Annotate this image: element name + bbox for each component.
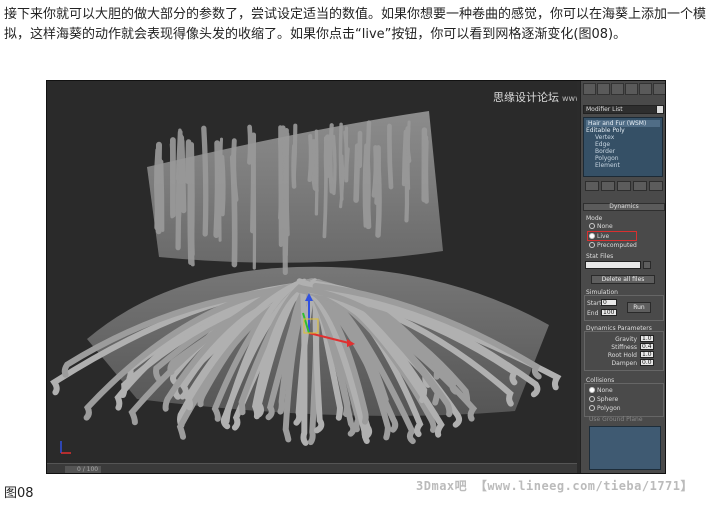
gravity-label: Gravity [615,336,637,343]
browse-files-button[interactable] [643,261,651,269]
site-watermark: 思缘设计论坛www.MISSYUAN.com [493,91,577,104]
mode-none-radio[interactable]: None [589,223,613,230]
stat-files-label: Stat Files [586,253,614,260]
tab-utilities[interactable] [653,83,665,95]
stack-subitem[interactable]: Vertex [586,134,660,141]
frame-readout: 0 / 100 [77,466,99,473]
dampen-input[interactable]: 0.0 [640,359,654,366]
make-unique-icon[interactable] [617,181,631,191]
simulation-group [584,295,664,321]
tab-display[interactable] [639,83,652,95]
end-frame-input[interactable]: 100 [601,309,617,316]
figure-caption: 图08 [4,486,34,501]
root-hold-label: Root Hold [607,352,637,359]
run-button[interactable]: Run [627,302,651,313]
remove-modifier-icon[interactable] [633,181,647,191]
live-highlight-box [587,231,637,241]
collision-none-radio[interactable]: None [589,387,613,394]
stiffness-label: Stiffness [611,344,637,351]
collision-sphere-radio[interactable]: Sphere [589,396,618,403]
modifier-list-dropdown[interactable]: Modifier List [583,105,663,114]
delete-all-files-button[interactable]: Delete all files [591,275,655,284]
stack-subitem[interactable]: Edge [586,141,660,148]
stack-subitem[interactable]: Border [586,148,660,155]
tab-modify[interactable] [597,83,610,95]
root-hold-input[interactable]: 1.0 [640,351,654,358]
show-end-result-icon[interactable] [601,181,615,191]
max-screenshot: 思缘设计论坛www.MISSYUAN.com 0 / 100 Modifier … [46,80,666,474]
start-label: Start [587,300,602,307]
stiffness-input[interactable]: 0.4 [640,343,654,350]
configure-sets-icon[interactable] [649,181,663,191]
tab-motion[interactable] [625,83,638,95]
footer-watermark: 3Dmax吧 【www.lineeg.com/tieba/1771】 [416,479,693,493]
mode-precomputed-radio[interactable]: Precomputed [589,242,637,249]
collision-object-list[interactable] [589,426,661,470]
stack-toolbar [585,181,663,191]
collision-polygon-radio[interactable]: Polygon [589,405,621,412]
perspective-viewport[interactable]: 思缘设计论坛www.MISSYUAN.com 0 / 100 [47,81,577,473]
tab-hierarchy[interactable] [611,83,624,95]
command-panel-tabs[interactable] [583,83,665,95]
stack-item-hair[interactable]: Hair and Fur (WSM) [586,120,660,127]
stack-item-editable-poly[interactable]: Editable Poly [586,127,660,134]
chevron-down-icon[interactable] [656,105,664,114]
dynamics-rollout-title[interactable]: Dynamics [583,203,665,211]
pin-stack-icon[interactable] [585,181,599,191]
stack-subitem[interactable]: Polygon [586,155,660,162]
anemone-render [50,111,562,454]
modifier-stack[interactable]: Hair and Fur (WSM) Editable Poly Vertex … [583,117,663,177]
stack-subitem[interactable]: Element [586,162,660,169]
dampen-label: Dampen [611,360,637,367]
stat-files-input[interactable] [585,261,641,269]
start-frame-input[interactable]: 0 [601,299,617,306]
end-label: End [587,310,599,317]
gravity-input[interactable]: 1.0 [640,335,654,342]
mode-group-label: Mode [586,215,603,222]
time-slider[interactable]: 0 / 100 [47,463,577,473]
use-ground-plane-checkbox[interactable]: Use Ground Plane [589,416,643,423]
command-panel: Modifier List Hair and Fur (WSM) Editabl… [580,81,665,473]
article-paragraph: 接下来你就可以大胆的做大部分的参数了，尝试设定适当的数值。如果你想要一种卷曲的感… [4,7,707,42]
tab-create[interactable] [583,83,596,95]
axis-tripod [60,441,71,454]
